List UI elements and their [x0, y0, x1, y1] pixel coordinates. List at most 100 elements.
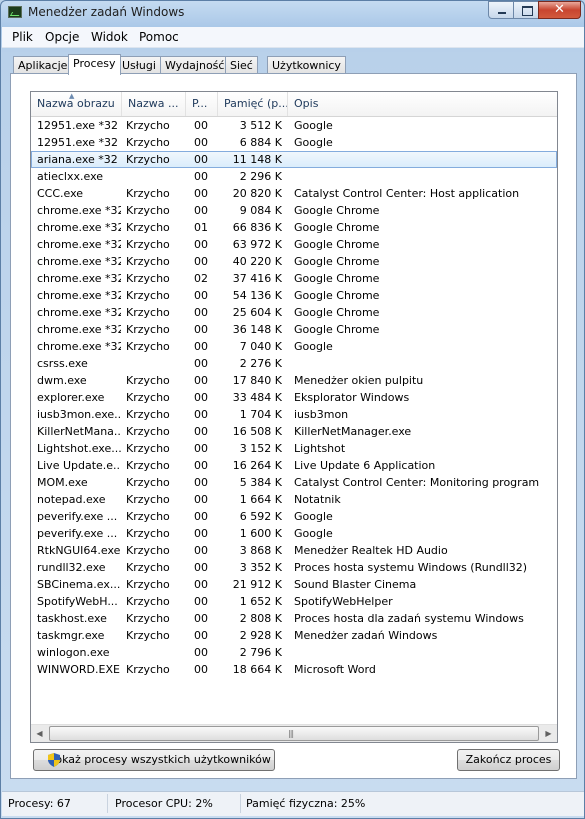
table-row[interactable]: chrome.exe *32 Krzycho 00 7 040 K Google: [31, 338, 557, 355]
process-description: Google: [294, 510, 333, 523]
process-user-name: Krzycho: [126, 578, 170, 591]
process-description: Catalyst Control Center: Monitoring prog…: [294, 476, 540, 489]
process-image-name: atieclxx.exe: [37, 170, 104, 183]
process-description: [294, 151, 552, 168]
task-manager-window: Menedżer zadań Windows ✕ Plik Opcje Wido…: [0, 0, 585, 819]
tab-strip: Aplikacje Procesy Usługi Wydajność Sieć …: [10, 54, 580, 75]
process-description: Google: [294, 527, 333, 540]
process-cpu: 00: [194, 595, 208, 608]
tab-services[interactable]: Usługi: [117, 56, 161, 73]
table-row[interactable]: winlogon.exe 00 2 796 K: [31, 644, 557, 661]
process-memory: 16 264 K: [232, 459, 282, 472]
horizontal-scrollbar[interactable]: ◀ ||| ▶: [31, 724, 557, 742]
table-row[interactable]: chrome.exe *32 Krzycho 00 54 136 K Google Ch…: [31, 287, 557, 304]
table-row[interactable]: 12951.exe *32 Krzycho 00 3 512 K Google: [31, 117, 557, 134]
process-memory: 1 704 K: [239, 408, 282, 421]
table-row[interactable]: MOM.exe Krzycho 00 5 384 K Catalyst Control …: [31, 474, 557, 491]
status-processes: Procesy: 67: [8, 797, 71, 810]
table-row[interactable]: chrome.exe *32 Krzycho 00 36 148 K Google Ch…: [31, 321, 557, 338]
table-row[interactable]: RtkNGUI64.exe Krzycho 00 3 868 K Menedżer Re…: [31, 542, 557, 559]
tab-performance[interactable]: Wydajność: [160, 56, 230, 73]
process-user-name: [126, 644, 184, 661]
process-cpu: 00: [194, 374, 208, 387]
table-row[interactable]: KillerNetMana... Krzycho 00 16 508 K KillerN…: [31, 423, 557, 440]
process-description: [294, 644, 552, 661]
table-row[interactable]: rundll32.exe Krzycho 00 3 352 K Proces hosta…: [31, 559, 557, 576]
process-image-name: notepad.exe: [37, 493, 106, 506]
table-row[interactable]: notepad.exe Krzycho 00 1 664 K Notatnik: [31, 491, 557, 508]
menu-help[interactable]: Pomoc: [139, 30, 179, 44]
table-row[interactable]: 12951.exe *32 Krzycho 00 6 884 K Google: [31, 134, 557, 151]
table-row[interactable]: peverify.exe ... Krzycho 00 6 592 K Google: [31, 508, 557, 525]
table-row[interactable]: chrome.exe *32 Krzycho 00 63 972 K Google Ch…: [31, 236, 557, 253]
column-image-name[interactable]: Nazwa obrazu ▲: [31, 92, 122, 116]
process-image-name: chrome.exe *32: [37, 272, 121, 285]
table-row[interactable]: taskhost.exe Krzycho 00 2 808 K Proces hosta…: [31, 610, 557, 627]
table-row[interactable]: chrome.exe *32 Krzycho 00 40 220 K Google Ch…: [31, 253, 557, 270]
table-row[interactable]: chrome.exe *32 Krzycho 00 9 084 K Google Chr…: [31, 202, 557, 219]
table-row[interactable]: taskmgr.exe Krzycho 00 2 928 K Menedżer zada…: [31, 627, 557, 644]
column-user-name[interactable]: Nazwa ...: [122, 92, 186, 116]
process-image-name: chrome.exe *32: [37, 323, 121, 336]
caret-up-icon: ▲: [69, 92, 75, 100]
minimize-icon: [498, 12, 506, 14]
process-user-name: Krzycho: [126, 510, 170, 523]
table-row[interactable]: CCC.exe Krzycho 00 20 820 K Catalyst Control…: [31, 185, 557, 202]
process-memory: 36 148 K: [232, 323, 282, 336]
table-row[interactable]: iusb3mon.exe... Krzycho 00 1 704 K iusb3mon: [31, 406, 557, 423]
process-image-name: chrome.exe *32: [37, 221, 121, 234]
minimize-button[interactable]: [488, 1, 514, 19]
process-image-name: chrome.exe *32: [37, 204, 121, 217]
process-cpu: 00: [194, 612, 208, 625]
process-memory: 3 152 K: [239, 442, 282, 455]
process-description: Google: [294, 340, 333, 353]
table-row[interactable]: WINWORD.EXE Krzycho 00 18 664 K Microsoft Wo…: [31, 661, 557, 678]
table-row[interactable]: explorer.exe Krzycho 00 33 484 K Eksplorator…: [31, 389, 557, 406]
table-row[interactable]: atieclxx.exe 00 2 296 K: [31, 168, 557, 185]
close-button[interactable]: ✕: [538, 1, 581, 19]
process-user-name: Krzycho: [126, 459, 170, 472]
tab-processes[interactable]: Procesy: [68, 54, 121, 75]
menu-options[interactable]: Opcje: [45, 30, 79, 44]
process-user-name: Krzycho: [126, 221, 170, 234]
column-memory[interactable]: Pamięć (p...: [218, 92, 288, 116]
column-description[interactable]: Opis: [288, 92, 557, 116]
process-user-name: Krzycho: [126, 119, 170, 132]
process-description: Google: [294, 119, 333, 132]
tab-applications[interactable]: Aplikacje: [13, 56, 73, 73]
process-user-name: Krzycho: [126, 289, 170, 302]
process-cpu: 00: [194, 238, 208, 251]
end-process-button[interactable]: Zakończ proces: [457, 749, 560, 771]
process-image-name: SpotifyWebH...: [37, 595, 118, 608]
table-row[interactable]: chrome.exe *32 Krzycho 01 66 836 K Google Ch…: [31, 219, 557, 236]
table-row[interactable]: peverify.exe ... Krzycho 00 1 600 K Google: [31, 525, 557, 542]
menu-file[interactable]: Plik: [12, 30, 33, 44]
table-row[interactable]: chrome.exe *32 Krzycho 02 37 416 K Google Ch…: [31, 270, 557, 287]
table-row[interactable]: dwm.exe Krzycho 00 17 840 K Menedżer okien p…: [31, 372, 557, 389]
process-user-name: Krzycho: [126, 408, 170, 421]
maximize-button[interactable]: [513, 1, 539, 19]
process-list[interactable]: Nazwa obrazu ▲ Nazwa ... P... Pamięć (p.…: [30, 91, 558, 743]
process-rows: 12951.exe *32 Krzycho 00 3 512 K Google 12951…: [31, 117, 557, 678]
tab-users[interactable]: Użytkownicy: [267, 56, 346, 73]
process-description: Notatnik: [294, 493, 341, 506]
process-cpu: 00: [194, 340, 208, 353]
table-row[interactable]: SpotifyWebH... Krzycho 00 1 652 K SpotifyWeb…: [31, 593, 557, 610]
scrollbar-thumb[interactable]: |||: [49, 726, 539, 741]
table-row[interactable]: chrome.exe *32 Krzycho 00 25 604 K Google Ch…: [31, 304, 557, 321]
table-row[interactable]: csrss.exe 00 2 276 K: [31, 355, 557, 372]
status-divider: [107, 794, 108, 813]
scroll-left-icon[interactable]: ◀: [31, 725, 48, 742]
table-row[interactable]: Lightshot.exe... Krzycho 00 3 152 K Lightsho…: [31, 440, 557, 457]
process-cpu: 00: [194, 119, 208, 132]
table-row[interactable]: ariana.exe *32 Krzycho 00 11 148 K: [31, 151, 557, 168]
tab-network[interactable]: Sieć: [225, 56, 258, 73]
title-bar[interactable]: Menedżer zadań Windows ✕: [1, 1, 584, 25]
menu-view[interactable]: Widok: [91, 30, 128, 44]
show-all-processes-button[interactable]: Pokaż procesy wszystkich użytkowników: [33, 749, 275, 771]
scroll-right-icon[interactable]: ▶: [540, 725, 557, 742]
table-row[interactable]: Live Update.e... Krzycho 00 16 264 K Live Up…: [31, 457, 557, 474]
column-cpu[interactable]: P...: [186, 92, 218, 116]
table-row[interactable]: SBCinema.ex... Krzycho 00 21 912 K Sound Bla…: [31, 576, 557, 593]
process-description: Google Chrome: [294, 272, 380, 285]
